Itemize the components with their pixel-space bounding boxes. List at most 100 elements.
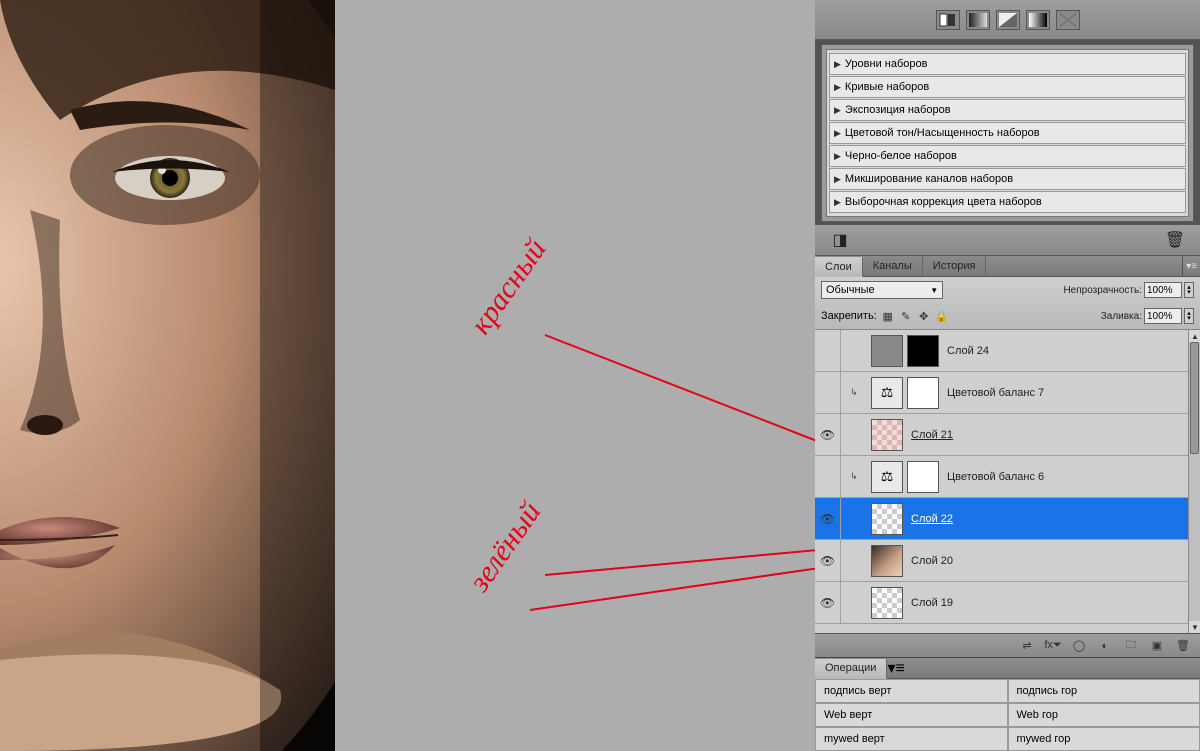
preset-item[interactable]: ▶ Микширование каналов наборов: [829, 168, 1186, 190]
new-layer-icon[interactable]: ▣: [1148, 638, 1166, 654]
layer-mask-thumbnail[interactable]: [907, 335, 939, 367]
layer-mask-thumbnail[interactable]: [907, 377, 939, 409]
scroll-down-icon[interactable]: ▼: [1189, 621, 1200, 633]
actions-panel-tabs: Операции ▾≡: [815, 657, 1200, 679]
layer-row[interactable]: Слой 21: [815, 414, 1188, 456]
layers-scrollbar[interactable]: ▲ ▼: [1188, 330, 1200, 633]
action-button[interactable]: Web верт: [815, 703, 1008, 727]
layer-name[interactable]: Слой 22: [907, 513, 953, 525]
visibility-toggle[interactable]: [815, 540, 841, 581]
layer-row-selected[interactable]: Слой 22: [815, 498, 1188, 540]
triangle-icon: ▶: [834, 174, 841, 185]
scroll-up-icon[interactable]: ▲: [1189, 330, 1200, 342]
layer-thumbnail[interactable]: [871, 587, 903, 619]
adjustment-layer-icon[interactable]: ◐: [1096, 638, 1114, 654]
annotation-arrow-3: [525, 560, 815, 620]
link-spacer: [841, 498, 867, 539]
layer-fx-icon[interactable]: fx⏷: [1044, 638, 1062, 654]
layer-row[interactable]: Слой 20: [815, 540, 1188, 582]
tab-channels[interactable]: Каналы: [863, 256, 923, 276]
visibility-toggle[interactable]: [815, 456, 841, 497]
layer-row[interactable]: Слой 24: [815, 330, 1188, 372]
panel-menu-icon[interactable]: ▾≡: [887, 658, 904, 678]
preset-label: Микширование каналов наборов: [845, 173, 1013, 185]
preset-item[interactable]: ▶Цветовой тон/Насыщенность наборов: [829, 122, 1186, 144]
preset-label: Уровни наборов: [845, 58, 928, 70]
link-layers-icon[interactable]: ⇌: [1018, 638, 1036, 654]
visibility-toggle[interactable]: [815, 498, 841, 539]
action-button[interactable]: mywed верт: [815, 727, 1008, 751]
layer-row[interactable]: ↳ ⚖ Цветовой баланс 6: [815, 456, 1188, 498]
annotation-arrow-1: [540, 320, 815, 470]
fill-stepper[interactable]: ▴▾: [1184, 308, 1194, 324]
adjustment-thumbnail[interactable]: ⚖: [871, 461, 903, 493]
return-adjustment-icon[interactable]: ◨: [829, 231, 851, 249]
preset-label: Кривые наборов: [845, 81, 929, 93]
fill-input[interactable]: 100%: [1144, 308, 1182, 324]
lock-all-icon[interactable]: 🔒: [935, 309, 949, 323]
layer-thumbnail[interactable]: [871, 545, 903, 577]
preset-item[interactable]: ▶Кривые наборов: [829, 76, 1186, 98]
preset-item[interactable]: ▶Экспозиция наборов: [829, 99, 1186, 121]
chevron-down-icon: ▼: [930, 286, 938, 295]
scrollbar-thumb[interactable]: [1190, 342, 1199, 454]
layer-thumbnail[interactable]: [871, 335, 903, 367]
layer-mask-thumbnail[interactable]: [907, 461, 939, 493]
adjustment-preset-icon[interactable]: [996, 10, 1020, 30]
layer-thumbnail[interactable]: [871, 419, 903, 451]
opacity-stepper[interactable]: ▴▾: [1184, 282, 1194, 298]
tab-history[interactable]: История: [923, 256, 987, 276]
lock-position-icon[interactable]: ✥: [917, 309, 931, 323]
annotation-text-2: зелёный: [463, 496, 549, 598]
adjustment-preset-icon[interactable]: [1056, 10, 1080, 30]
action-button[interactable]: mywed гор: [1008, 727, 1200, 751]
visibility-toggle[interactable]: [815, 414, 841, 455]
blend-mode-select[interactable]: Обычные ▼: [821, 281, 943, 299]
preset-item[interactable]: ▶Черно-белое наборов: [829, 145, 1186, 167]
layer-name[interactable]: Слой 19: [907, 597, 953, 609]
tab-layers[interactable]: Слои: [815, 257, 863, 277]
layers-list: Слой 24 ↳ ⚖ Цветовой баланс 7 Слой 21 ↳: [815, 329, 1200, 633]
adjustment-preset-icon[interactable]: [1026, 10, 1050, 30]
group-icon[interactable]: 🗀: [1122, 638, 1140, 654]
triangle-icon: ▶: [834, 151, 841, 162]
layer-row[interactable]: ↳ ⚖ Цветовой баланс 7: [815, 372, 1188, 414]
panel-menu-icon[interactable]: ▾≡: [1182, 256, 1200, 276]
action-button[interactable]: подпись гор: [1008, 679, 1200, 703]
visibility-toggle[interactable]: [815, 372, 841, 413]
visibility-toggle[interactable]: [815, 582, 841, 623]
action-button[interactable]: подпись верт: [815, 679, 1008, 703]
clip-indicator-icon: ↳: [841, 456, 867, 497]
layer-name[interactable]: Слой 20: [907, 555, 953, 567]
layer-thumbnail[interactable]: [871, 503, 903, 535]
preset-label: Цветовой тон/Насыщенность наборов: [845, 127, 1040, 139]
actions-grid: подпись верт подпись гор Web верт Web го…: [815, 679, 1200, 751]
fill-label: Заливка:: [1101, 311, 1142, 322]
tab-operations[interactable]: Операции: [815, 659, 887, 679]
layer-row[interactable]: Слой 19: [815, 582, 1188, 624]
visibility-toggle[interactable]: [815, 330, 841, 371]
adjustment-preset-icon[interactable]: [936, 10, 960, 30]
layer-mask-icon[interactable]: ◯: [1070, 638, 1088, 654]
delete-layer-icon[interactable]: 🗑: [1174, 638, 1192, 654]
layer-name[interactable]: Слой 24: [943, 345, 989, 357]
lock-transparency-icon[interactable]: ▦: [881, 309, 895, 323]
annotation-text-1: красный: [464, 233, 554, 341]
layer-name[interactable]: Цветовой баланс 6: [943, 471, 1044, 483]
link-spacer: [841, 414, 867, 455]
layer-name[interactable]: Цветовой баланс 7: [943, 387, 1044, 399]
preset-item[interactable]: ▶Выборочная коррекция цвета наборов: [829, 191, 1186, 213]
layer-name[interactable]: Слой 21: [907, 429, 953, 441]
trash-icon[interactable]: 🗑: [1164, 231, 1186, 249]
canvas-area[interactable]: красный зелёный: [0, 0, 815, 751]
preset-item[interactable]: ▶Уровни наборов: [829, 53, 1186, 75]
opacity-input[interactable]: 100%: [1144, 282, 1182, 298]
action-button[interactable]: Web гор: [1008, 703, 1200, 727]
opacity-label: Непрозрачность:: [1063, 285, 1142, 296]
adjustment-preset-icon[interactable]: [966, 10, 990, 30]
adjustment-presets-panel: ▶Уровни наборов ▶Кривые наборов ▶Экспози…: [821, 44, 1194, 222]
triangle-icon: ▶: [834, 197, 841, 208]
document-image: [0, 0, 335, 751]
adjustment-thumbnail[interactable]: ⚖: [871, 377, 903, 409]
lock-pixels-icon[interactable]: ✎: [899, 309, 913, 323]
